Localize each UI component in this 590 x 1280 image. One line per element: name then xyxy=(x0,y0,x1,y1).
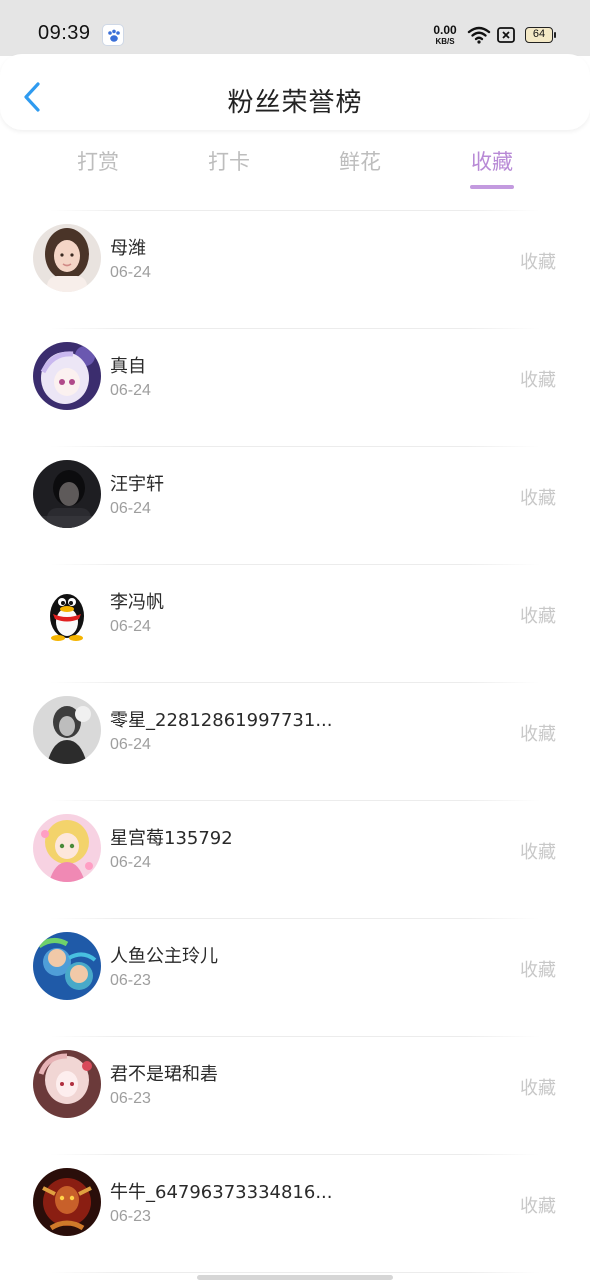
date-label: 06-24 xyxy=(110,854,151,871)
tab-checkin[interactable]: 打卡 xyxy=(189,146,269,176)
list-item[interactable]: 星宫莓135792 06-24 收藏 xyxy=(0,800,590,918)
favorite-label: 收藏 xyxy=(520,724,556,745)
user-name: 汪宇轩 xyxy=(110,474,164,495)
list-item[interactable]: 母潍 06-24 收藏 xyxy=(0,210,590,328)
date-label: 06-24 xyxy=(110,264,151,281)
row-divider xyxy=(50,1272,540,1273)
avatar[interactable] xyxy=(33,1050,101,1118)
row-divider xyxy=(50,800,540,801)
list-item[interactable]: 君不是珺和砉 06-23 收藏 xyxy=(0,1036,590,1154)
avatar[interactable] xyxy=(33,460,101,528)
user-name: 人鱼公主玲儿 xyxy=(110,946,218,967)
avatar[interactable] xyxy=(33,1168,101,1236)
wifi-icon xyxy=(467,26,491,48)
list-item[interactable]: 真自 06-24 收藏 xyxy=(0,328,590,446)
favorite-label: 收藏 xyxy=(520,960,556,981)
active-tab-indicator xyxy=(470,185,514,189)
row-divider xyxy=(50,1154,540,1155)
baidu-paw-icon xyxy=(102,24,124,46)
avatar[interactable] xyxy=(33,696,101,764)
avatar[interactable] xyxy=(33,814,101,882)
user-name: 真自 xyxy=(110,356,146,377)
app-header: 粉丝荣誉榜 xyxy=(0,54,590,130)
user-name: 牛牛_64796373334816... xyxy=(110,1182,333,1203)
date-label: 06-23 xyxy=(110,1208,151,1225)
user-name: 零星_22812861997731... xyxy=(110,710,333,731)
user-name: 星宫莓135792 xyxy=(110,828,233,849)
user-name: 母潍 xyxy=(110,238,146,259)
date-label: 06-23 xyxy=(110,1090,151,1107)
network-speed-value: 0.00 xyxy=(433,23,457,37)
tab-flowers[interactable]: 鲜花 xyxy=(320,146,400,176)
date-label: 06-23 xyxy=(110,972,151,989)
user-name: 李冯帆 xyxy=(110,592,164,613)
tab-reward[interactable]: 打赏 xyxy=(58,146,138,176)
list-item[interactable]: 牛牛_64796373334816... 06-23 收藏 xyxy=(0,1154,590,1272)
network-speed: 0.00 KB/S xyxy=(430,23,460,47)
avatar[interactable] xyxy=(33,932,101,1000)
row-divider xyxy=(50,564,540,565)
date-label: 06-24 xyxy=(110,382,151,399)
page-title: 粉丝荣誉榜 xyxy=(227,88,363,118)
date-label: 06-24 xyxy=(110,618,151,635)
row-divider xyxy=(50,210,540,211)
favorite-label: 收藏 xyxy=(520,1078,556,1099)
favorite-label: 收藏 xyxy=(520,1196,556,1217)
network-speed-unit: KB/S xyxy=(435,37,455,46)
row-divider xyxy=(50,682,540,683)
list-item[interactable]: 李冯帆 06-24 收藏 xyxy=(0,564,590,682)
row-divider xyxy=(50,328,540,329)
avatar[interactable] xyxy=(33,224,101,292)
status-bar: 09:39 0.00 KB/S 64 xyxy=(0,0,590,56)
row-divider xyxy=(50,446,540,447)
date-label: 06-24 xyxy=(110,500,151,517)
date-label: 06-24 xyxy=(110,736,151,753)
list-item[interactable]: 零星_22812861997731... 06-24 收藏 xyxy=(0,682,590,800)
status-time: 09:39 xyxy=(38,22,91,44)
favorite-label: 收藏 xyxy=(520,252,556,273)
favorite-label: 收藏 xyxy=(520,606,556,627)
avatar[interactable] xyxy=(33,578,101,646)
favorite-label: 收藏 xyxy=(520,370,556,391)
list-item[interactable]: 人鱼公主玲儿 06-23 收藏 xyxy=(0,918,590,1036)
user-name: 君不是珺和砉 xyxy=(110,1064,218,1085)
favorite-label: 收藏 xyxy=(520,488,556,509)
avatar[interactable] xyxy=(33,342,101,410)
tab-bar: 打赏 打卡 鲜花 收藏 xyxy=(0,140,590,196)
row-divider xyxy=(50,918,540,919)
home-indicator[interactable] xyxy=(197,1275,393,1280)
tab-favorite[interactable]: 收藏 xyxy=(452,146,532,176)
row-divider xyxy=(50,1036,540,1037)
battery-indicator: 64 xyxy=(525,27,556,43)
list-item[interactable]: 汪宇轩 06-24 收藏 xyxy=(0,446,590,564)
favorite-label: 收藏 xyxy=(520,842,556,863)
sim-card-icon xyxy=(497,27,515,47)
